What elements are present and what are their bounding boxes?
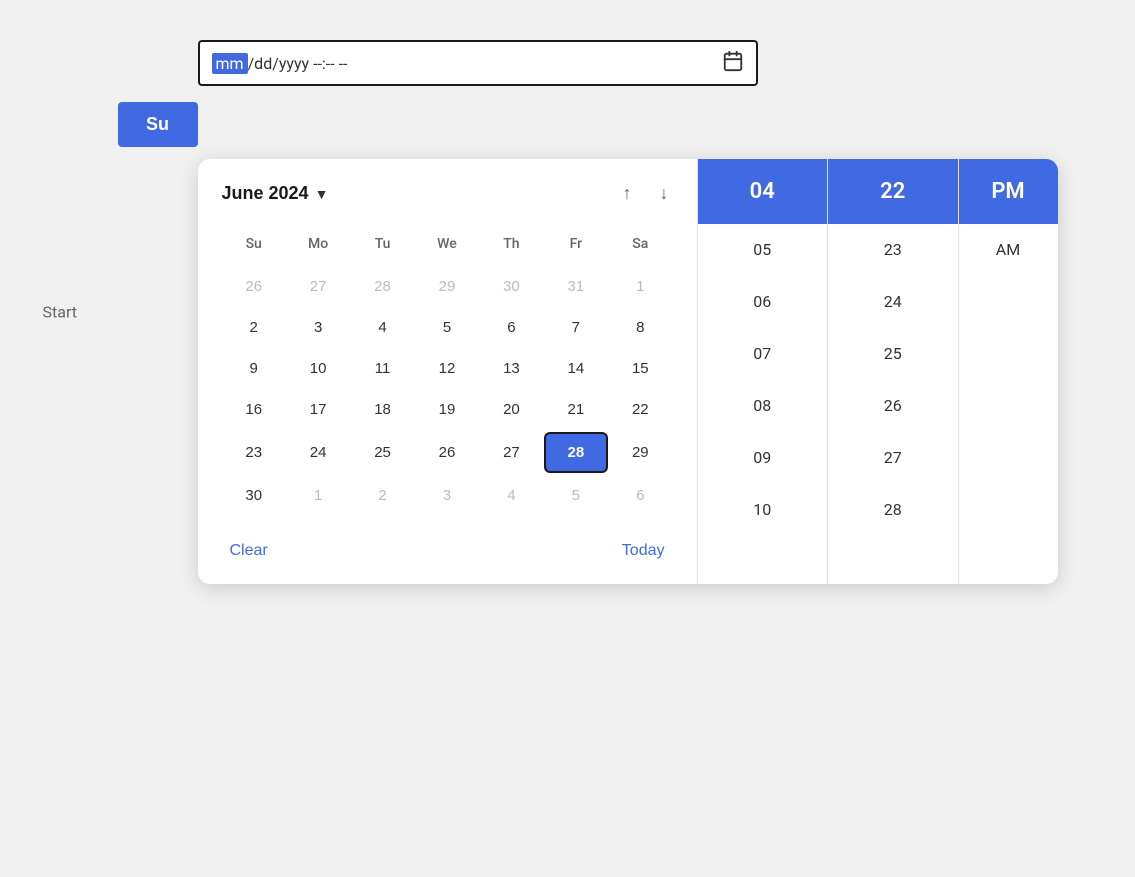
- calendar-day-30[interactable]: 30: [222, 477, 286, 514]
- chevron-down-icon: ▼: [315, 186, 329, 202]
- calendar-day-20[interactable]: 20: [479, 391, 543, 428]
- clear-button[interactable]: Clear: [222, 538, 276, 564]
- su-button[interactable]: Su: [118, 102, 198, 147]
- min-24[interactable]: 24: [828, 276, 958, 328]
- date-input[interactable]: mm /dd/yyyy --:-- --: [198, 40, 758, 86]
- minutes-selected[interactable]: 22: [828, 159, 958, 224]
- day-header-we: We: [415, 228, 479, 260]
- calendar-day-29[interactable]: 29: [608, 432, 672, 473]
- calendar-day-28[interactable]: 28: [544, 432, 608, 473]
- date-rest: /dd/yyyy --:-- --: [248, 54, 348, 73]
- time-columns: 04 05 06 07 08 09 10 22 23 24 25 26 27 2…: [698, 159, 1058, 584]
- hours-selected[interactable]: 04: [698, 159, 828, 224]
- calendar-day-27[interactable]: 27: [479, 432, 543, 473]
- calendar-day-10[interactable]: 10: [286, 350, 350, 387]
- calendar-day-13[interactable]: 13: [479, 350, 543, 387]
- hour-06[interactable]: 06: [698, 276, 828, 328]
- calendar-day-15[interactable]: 15: [608, 350, 672, 387]
- calendar-day-8[interactable]: 8: [608, 309, 672, 346]
- day-header-tu: Tu: [350, 228, 414, 260]
- min-23[interactable]: 23: [828, 224, 958, 276]
- calendar-section: June 2024 ▼ ↑ ↓ Su Mo Tu We Th Fr Sa: [198, 159, 698, 584]
- calendar-day-21[interactable]: 21: [544, 391, 608, 428]
- page-container: Start mm /dd/yyyy --:-- -- Su: [118, 40, 1018, 584]
- period-selected[interactable]: PM: [959, 159, 1058, 224]
- day-header-sa: Sa: [608, 228, 672, 260]
- calendar-icon[interactable]: [722, 50, 744, 76]
- calendar-day-3[interactable]: 3: [286, 309, 350, 346]
- hour-10[interactable]: 10: [698, 484, 828, 536]
- mm-segment[interactable]: mm: [212, 53, 248, 74]
- day-headers: Su Mo Tu We Th Fr Sa: [222, 228, 673, 260]
- calendar-day-11[interactable]: 11: [350, 350, 414, 387]
- calendar-day-1[interactable]: 1: [286, 477, 350, 514]
- min-27[interactable]: 27: [828, 432, 958, 484]
- calendar-day-22[interactable]: 22: [608, 391, 672, 428]
- calendar-day-16[interactable]: 16: [222, 391, 286, 428]
- today-button[interactable]: Today: [614, 538, 673, 564]
- ampm-column: PM AM: [958, 159, 1058, 584]
- calendar-day-7[interactable]: 7: [544, 309, 608, 346]
- calendar-day-5[interactable]: 5: [544, 477, 608, 514]
- calendar-day-17[interactable]: 17: [286, 391, 350, 428]
- calendar-grid: Su Mo Tu We Th Fr Sa 2627282930311234567…: [222, 228, 673, 514]
- min-26[interactable]: 26: [828, 380, 958, 432]
- day-header-su: Su: [222, 228, 286, 260]
- day-header-fr: Fr: [544, 228, 608, 260]
- min-25[interactable]: 25: [828, 328, 958, 380]
- calendar-day-1[interactable]: 1: [608, 268, 672, 305]
- prev-month-button[interactable]: ↑: [619, 179, 636, 208]
- calendar-day-19[interactable]: 19: [415, 391, 479, 428]
- month-year-button[interactable]: June 2024 ▼: [222, 183, 329, 204]
- calendar-day-30[interactable]: 30: [479, 268, 543, 305]
- hour-09[interactable]: 09: [698, 432, 828, 484]
- calendar-day-14[interactable]: 14: [544, 350, 608, 387]
- datepicker-popup: June 2024 ▼ ↑ ↓ Su Mo Tu We Th Fr Sa: [198, 159, 1058, 584]
- calendar-day-23[interactable]: 23: [222, 432, 286, 473]
- calendar-day-3[interactable]: 3: [415, 477, 479, 514]
- minutes-column: 22 23 24 25 26 27 28: [827, 159, 958, 584]
- calendar-day-4[interactable]: 4: [350, 309, 414, 346]
- calendar-day-9[interactable]: 9: [222, 350, 286, 387]
- calendar-day-18[interactable]: 18: [350, 391, 414, 428]
- calendar-day-6[interactable]: 6: [479, 309, 543, 346]
- calendar-day-29[interactable]: 29: [415, 268, 479, 305]
- hours-column: 04 05 06 07 08 09 10: [698, 159, 828, 584]
- calendar-day-2[interactable]: 2: [222, 309, 286, 346]
- day-header-mo: Mo: [286, 228, 350, 260]
- calendar-day-5[interactable]: 5: [415, 309, 479, 346]
- calendar-footer: Clear Today: [222, 522, 673, 564]
- calendar-day-25[interactable]: 25: [350, 432, 414, 473]
- calendar-day-2[interactable]: 2: [350, 477, 414, 514]
- time-section: 04 05 06 07 08 09 10 22 23 24 25 26 27 2…: [698, 159, 1058, 584]
- min-28[interactable]: 28: [828, 484, 958, 536]
- calendar-day-12[interactable]: 12: [415, 350, 479, 387]
- calendar-day-28[interactable]: 28: [350, 268, 414, 305]
- calendar-header: June 2024 ▼ ↑ ↓: [222, 179, 673, 208]
- calendar-day-24[interactable]: 24: [286, 432, 350, 473]
- hour-08[interactable]: 08: [698, 380, 828, 432]
- next-month-button[interactable]: ↓: [656, 179, 673, 208]
- calendar-day-4[interactable]: 4: [479, 477, 543, 514]
- nav-arrows: ↑ ↓: [619, 179, 673, 208]
- day-header-th: Th: [479, 228, 543, 260]
- hour-05[interactable]: 05: [698, 224, 828, 276]
- calendar-day-31[interactable]: 31: [544, 268, 608, 305]
- start-label: Start: [43, 303, 77, 322]
- calendar-day-6[interactable]: 6: [608, 477, 672, 514]
- calendar-day-27[interactable]: 27: [286, 268, 350, 305]
- period-am[interactable]: AM: [959, 224, 1058, 275]
- date-input-wrapper: mm /dd/yyyy --:-- --: [198, 40, 758, 86]
- month-year-label: June 2024: [222, 183, 309, 204]
- calendar-days: 2627282930311234567891011121314151617181…: [222, 268, 673, 514]
- calendar-day-26[interactable]: 26: [415, 432, 479, 473]
- calendar-day-26[interactable]: 26: [222, 268, 286, 305]
- hour-07[interactable]: 07: [698, 328, 828, 380]
